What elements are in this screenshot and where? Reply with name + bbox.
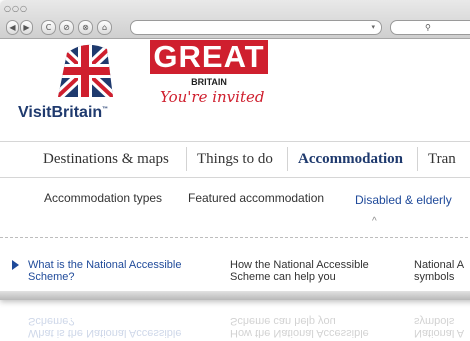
search-icon: ⚲ <box>425 23 431 32</box>
chevron-down-icon[interactable]: ▾ <box>371 21 375 34</box>
link-how-scheme-helps[interactable]: How the National Accessible Scheme can h… <box>230 259 369 283</box>
visitbritain-logo[interactable]: VisitBritain™ <box>18 104 108 122</box>
window-bottom-edge <box>0 291 470 300</box>
close-icon[interactable]: ⊗ <box>78 20 93 35</box>
reflection-line: National A <box>414 327 465 339</box>
subnav-item-featured[interactable]: Featured accommodation <box>188 191 324 205</box>
nav-item-transport[interactable]: Tran <box>428 151 456 168</box>
link-line: What is the National Accessible <box>28 259 182 271</box>
nav-item-accommodation[interactable]: Accommodation <box>298 151 403 168</box>
stop-icon[interactable]: ⊘ <box>59 20 74 35</box>
reflection-line: Scheme can help you <box>230 315 336 327</box>
link-what-is-scheme[interactable]: What is the National Accessible Scheme? <box>28 259 181 283</box>
browser-window: ○○○ ◀ ▶ C ⊘ ⊗ ⌂ ▾ ⚲ VisitBritain™ GREAT … <box>0 0 470 300</box>
great-logo[interactable]: GREAT <box>150 40 268 74</box>
link-line: symbols <box>414 271 455 283</box>
nav-divider <box>186 147 187 171</box>
window-controls[interactable]: ○○○ <box>4 4 28 13</box>
visitbritain-wordmark: VisitBritain <box>18 104 103 121</box>
subnav-item-disabled-elderly[interactable]: Disabled & elderly <box>355 193 452 207</box>
search-field[interactable]: ⚲ <box>390 20 470 35</box>
subnav-item-types[interactable]: Accommodation types <box>44 191 162 205</box>
reflection-link: National A symbols <box>414 315 464 339</box>
section-divider <box>0 237 470 238</box>
link-line: Scheme? <box>28 271 75 283</box>
browser-toolbar: ○○○ ◀ ▶ C ⊘ ⊗ ⌂ ▾ ⚲ <box>0 0 470 39</box>
link-line: National A <box>414 259 465 271</box>
accessible-scheme-links: What is the National Accessible Scheme? … <box>0 249 470 295</box>
link-national-symbols[interactable]: National A symbols <box>414 259 464 283</box>
window-reflection: What is the National Accessible Scheme? … <box>0 303 470 341</box>
reflection-link: How the National Accessible Scheme can h… <box>230 315 369 339</box>
trademark-symbol: ™ <box>102 106 109 113</box>
caret-up-icon: ^ <box>372 216 377 227</box>
nav-divider <box>417 147 418 171</box>
home-icon[interactable]: ⌂ <box>97 20 112 35</box>
nav-divider <box>287 147 288 171</box>
reflection-line: How the National Accessible <box>230 327 369 339</box>
nav-item-destinations[interactable]: Destinations & maps <box>43 151 169 168</box>
address-bar[interactable]: ▾ <box>130 20 382 35</box>
link-line: How the National Accessible <box>230 259 369 271</box>
reload-icon[interactable]: C <box>41 20 56 35</box>
union-flag-lion-icon[interactable] <box>55 43 115 99</box>
arrow-right-icon <box>12 260 19 270</box>
reflection-link: What is the National Accessible Scheme? <box>28 315 181 339</box>
back-icon[interactable]: ◀ <box>6 20 19 35</box>
main-navigation: Destinations & maps Things to do Accommo… <box>0 141 470 178</box>
reflection-line: What is the National Accessible <box>28 327 182 339</box>
link-line: Scheme can help you <box>230 271 336 283</box>
forward-icon[interactable]: ▶ <box>20 20 33 35</box>
britain-label: BRITAIN <box>191 77 227 87</box>
nav-item-things-to-do[interactable]: Things to do <box>197 151 273 168</box>
sub-navigation: Accommodation types Featured accommodati… <box>0 177 470 237</box>
reflection-line: symbols <box>414 315 455 327</box>
tagline: You're invited <box>160 88 265 106</box>
reflection-line: Scheme? <box>28 315 75 327</box>
